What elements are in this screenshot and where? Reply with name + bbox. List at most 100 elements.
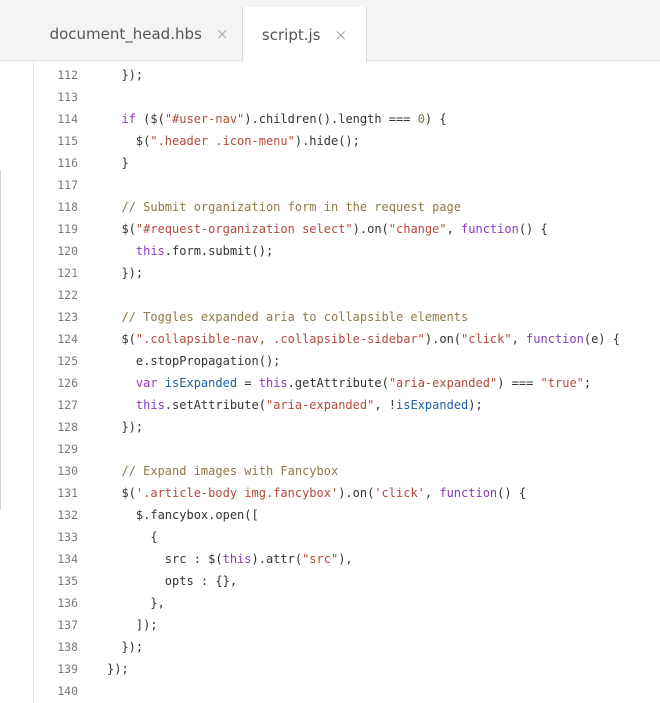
line-number: 122 xyxy=(57,288,78,302)
code-token: } xyxy=(107,156,129,170)
code-text: // Toggles expanded aria to collapsible … xyxy=(107,306,468,328)
code-line[interactable]: 131 $('.article-body img.fancybox').on('… xyxy=(34,482,660,504)
code-editor[interactable]: 112 }); 113 114 if ($("#user-nav").childre… xyxy=(34,64,660,702)
code-line[interactable]: 124 $(".collapsible-nav, .collapsible-si… xyxy=(34,328,660,350)
code-token: "aria-expanded" xyxy=(388,376,498,390)
code-token: e.stopPropagation(); xyxy=(107,354,281,368)
code-token: if xyxy=(107,112,136,126)
code-token: }); xyxy=(107,420,144,434)
code-line[interactable]: 114 if ($("#user-nav").children().length… xyxy=(34,108,660,130)
line-number: 120 xyxy=(57,244,78,258)
code-token: }, xyxy=(107,596,165,610)
code-line[interactable]: 112 }); xyxy=(34,64,660,86)
code-token: "change" xyxy=(388,222,447,236)
code-line[interactable]: 133 { xyxy=(34,526,660,548)
code-token: function xyxy=(526,332,584,346)
code-line[interactable]: 135 opts : {}, xyxy=(34,570,660,592)
code-token: ) { xyxy=(424,112,447,126)
code-token: .form.submit(); xyxy=(164,244,274,258)
code-token: , xyxy=(511,332,527,346)
tab-script-js[interactable]: script.js × xyxy=(242,7,367,62)
code-token: , xyxy=(446,222,462,236)
code-line[interactable]: 122 xyxy=(34,284,660,306)
code-line[interactable]: 116 } xyxy=(34,152,660,174)
line-number: 113 xyxy=(57,90,78,104)
tab-bar: document_head.hbs × script.js × xyxy=(0,0,660,62)
code-token: src : $( xyxy=(107,552,223,566)
code-token: 'click' xyxy=(374,486,425,500)
code-line[interactable]: 127 this.setAttribute("aria-expanded", !… xyxy=(34,394,660,416)
code-token: }); xyxy=(107,662,129,676)
code-token: }); xyxy=(107,640,144,654)
code-token: this xyxy=(107,244,165,258)
line-number: 129 xyxy=(57,442,78,456)
code-text: } xyxy=(107,152,129,174)
code-line[interactable]: 113 xyxy=(34,86,660,108)
close-icon[interactable]: × xyxy=(216,25,229,43)
code-token: ).hide(); xyxy=(294,134,360,148)
line-number: 132 xyxy=(57,508,78,522)
code-text: }); xyxy=(107,262,143,284)
code-text: if ($("#user-nav").children().length ===… xyxy=(107,108,447,130)
code-token: () { xyxy=(518,222,548,236)
code-token: function xyxy=(461,222,519,236)
line-number: 136 xyxy=(57,596,78,610)
tab-document-head-hbs[interactable]: document_head.hbs × xyxy=(36,7,242,61)
code-token: ).children().length === xyxy=(244,112,418,126)
code-token: , ! xyxy=(374,398,397,412)
code-line[interactable]: 132 $.fancybox.open([ xyxy=(34,504,660,526)
code-text: }); xyxy=(107,636,143,658)
code-text: }); xyxy=(107,416,143,438)
code-line[interactable]: 130 // Expand images with Fancybox xyxy=(34,460,660,482)
code-line[interactable]: 120 this.form.submit(); xyxy=(34,240,660,262)
code-token: $( xyxy=(107,332,136,346)
code-text: e.stopPropagation(); xyxy=(107,350,281,372)
code-line[interactable]: 139}); xyxy=(34,658,660,680)
code-line[interactable]: 115 $(".header .icon-menu").hide(); xyxy=(34,130,660,152)
code-token: (e) { xyxy=(583,332,620,346)
code-token: .getAttribute( xyxy=(287,376,389,390)
code-line[interactable]: 136 }, xyxy=(34,592,660,614)
code-line[interactable]: 119 $("#request-organization select").on… xyxy=(34,218,660,240)
code-line[interactable]: 125 e.stopPropagation(); xyxy=(34,350,660,372)
code-text: ]); xyxy=(107,614,158,636)
code-token: $( xyxy=(107,486,136,500)
code-line[interactable]: 128 }); xyxy=(34,416,660,438)
code-line[interactable]: 137 ]); xyxy=(34,614,660,636)
code-line[interactable]: 123 // Toggles expanded aria to collapsi… xyxy=(34,306,660,328)
code-token: ).attr( xyxy=(251,552,303,566)
code-line[interactable]: 118 // Submit organization form in the r… xyxy=(34,196,660,218)
line-number: 139 xyxy=(57,662,78,676)
line-number: 134 xyxy=(57,552,78,566)
line-number: 119 xyxy=(57,222,78,236)
code-token: ]); xyxy=(107,618,158,632)
code-line[interactable]: 129 xyxy=(34,438,660,460)
code-token: opts : {}, xyxy=(107,574,238,588)
code-text: this.form.submit(); xyxy=(107,240,273,262)
code-token: , xyxy=(424,486,440,500)
line-number: 128 xyxy=(57,420,78,434)
code-text: $(".collapsible-nav, .collapsible-sideba… xyxy=(107,328,620,350)
code-line[interactable]: 138 }); xyxy=(34,636,660,658)
code-line[interactable]: 134 src : $(this).attr("src"), xyxy=(34,548,660,570)
code-line[interactable]: 140 xyxy=(34,680,660,702)
code-token: }); xyxy=(107,266,144,280)
code-token: $( xyxy=(107,222,136,236)
close-icon[interactable]: × xyxy=(334,26,347,44)
code-token: "src" xyxy=(302,552,339,566)
code-text: $(".header .icon-menu").hide(); xyxy=(107,130,360,152)
code-line[interactable]: 126 var isExpanded = this.getAttribute("… xyxy=(34,372,660,394)
line-number: 135 xyxy=(57,574,78,588)
code-text: }); xyxy=(107,658,129,680)
line-number: 140 xyxy=(57,684,78,698)
code-line[interactable]: 117 xyxy=(34,174,660,196)
code-token: '.article-body img.fancybox' xyxy=(135,486,339,500)
code-token: 0 xyxy=(417,112,425,126)
code-token: }); xyxy=(107,68,144,82)
code-text: opts : {}, xyxy=(107,570,237,592)
code-line[interactable]: 121 }); xyxy=(34,262,660,284)
code-token: ($( xyxy=(135,112,165,126)
code-token: "#request-organization select" xyxy=(135,222,353,236)
code-token: ).on( xyxy=(352,222,389,236)
